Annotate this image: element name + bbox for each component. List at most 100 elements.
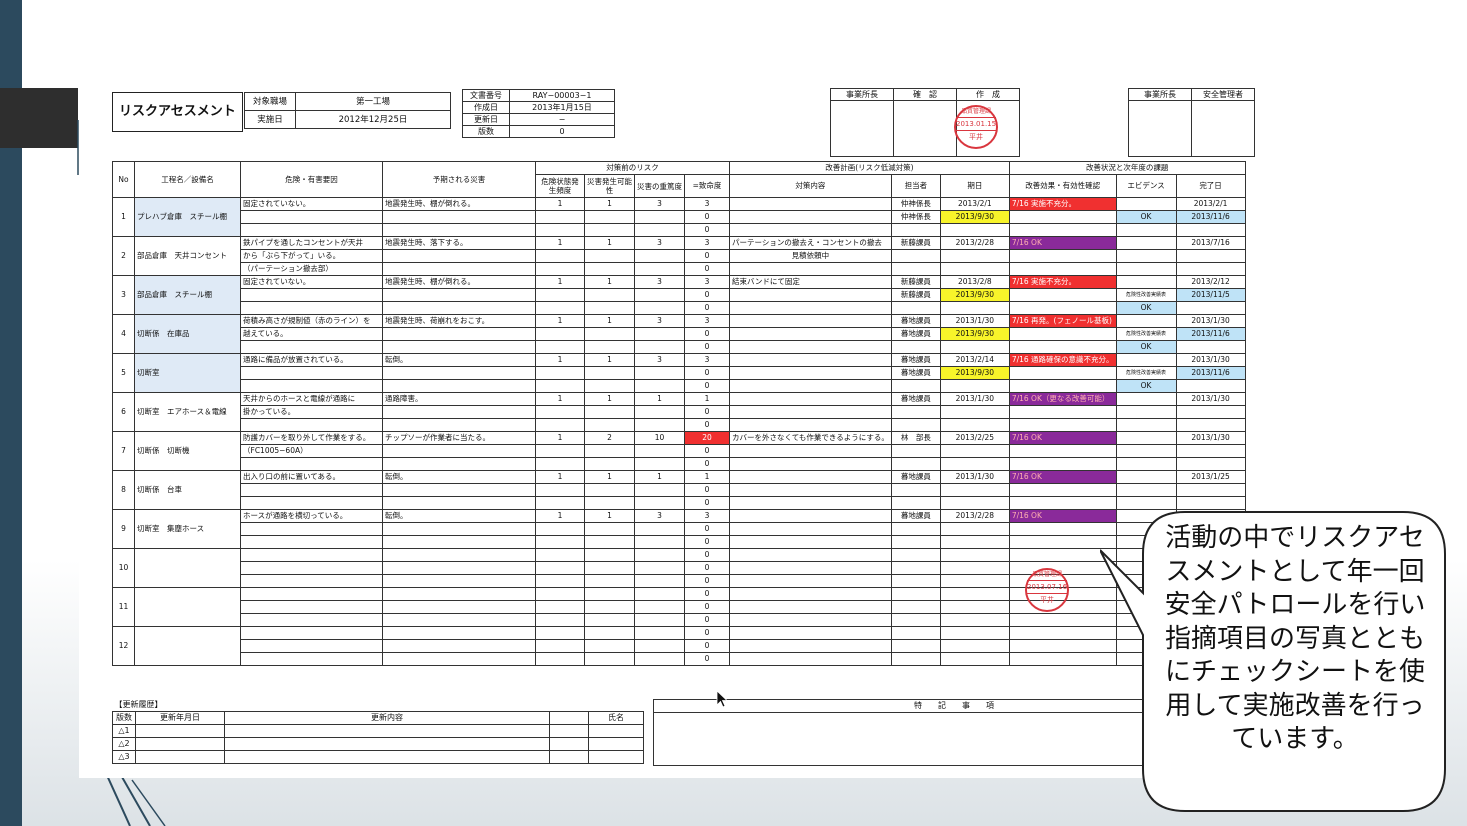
row-person: 暮地課員 xyxy=(890,509,941,523)
row-disaster: 地震発生時、荷崩れをおこす。 xyxy=(382,314,536,328)
row-effect xyxy=(1008,379,1117,393)
table-row: 12 0 xyxy=(112,626,1246,666)
approval-stamp: 品質管理課 2013.01.15 平井 xyxy=(954,105,998,149)
row-risk: 0 xyxy=(684,301,730,315)
row-disaster xyxy=(382,574,536,588)
row-probability xyxy=(584,301,635,315)
table-row: 0 xyxy=(113,639,1246,653)
row-person: 暮地課員 xyxy=(890,327,941,341)
row-severity xyxy=(634,210,685,224)
row-disaster xyxy=(382,210,536,224)
table-row: （FC1005−60A） 0 xyxy=(113,444,1246,458)
row-process: プレハブ倉庫 スチール棚 xyxy=(134,197,241,237)
row-person xyxy=(890,548,941,562)
row-no: 10 xyxy=(112,548,135,588)
row-frequency xyxy=(535,548,585,562)
row-done: 2013/2/12 xyxy=(1175,275,1246,289)
row-disaster xyxy=(382,548,536,562)
row-frequency xyxy=(535,288,585,302)
row-done: 2013/1/30 xyxy=(1175,353,1246,367)
row-probability xyxy=(584,496,635,510)
row-no: 7 xyxy=(112,431,135,471)
row-no: 6 xyxy=(112,392,135,432)
row-risk: 3 xyxy=(684,197,730,211)
row-risk: 0 xyxy=(684,548,730,562)
row-effect xyxy=(1008,483,1117,497)
row-evidence xyxy=(1115,483,1177,497)
row-due xyxy=(939,522,1010,536)
row-probability xyxy=(584,444,635,458)
group-status: 改善状況と次年度の課題 xyxy=(1008,161,1246,175)
row-person xyxy=(890,587,941,601)
row-person xyxy=(890,418,941,432)
row-due xyxy=(939,457,1010,471)
row-risk: 1 xyxy=(684,470,730,484)
row-due xyxy=(939,379,1010,393)
updated-label: 更新日 xyxy=(462,113,510,126)
row-person xyxy=(890,496,941,510)
row-person xyxy=(890,600,941,614)
row-evidence xyxy=(1115,314,1177,328)
row-probability xyxy=(584,418,635,432)
row-effect xyxy=(1008,418,1117,432)
row-hazard: 掛かっている。 xyxy=(240,405,383,419)
row-measure: パーテーションの撤去え・コンセントの撤去 xyxy=(729,236,892,250)
row-disaster xyxy=(382,483,536,497)
row-due xyxy=(939,444,1010,458)
version-label: 版数 xyxy=(462,125,510,138)
row-disaster: 地震発生時、落下する。 xyxy=(382,236,536,250)
row-probability xyxy=(584,561,635,575)
row-due xyxy=(939,405,1010,419)
history-col-content: 更新内容 xyxy=(224,711,550,725)
row-due: 2013/2/28 xyxy=(939,236,1010,250)
row-due xyxy=(939,223,1010,237)
table-row: 9 切断室 集塵ホース ホースが通路を横切っている。 転倒。 1 1 3 3 暮地課員 2013/… xyxy=(112,509,1246,549)
row-measure xyxy=(729,535,892,549)
row-risk: 0 xyxy=(684,613,730,627)
row-risk: 20 xyxy=(684,431,730,445)
update-history: 【更新履歴】 版数 更新年月日 更新内容 氏名 △1 △2 △3 xyxy=(112,699,644,764)
row-due xyxy=(939,561,1010,575)
row-measure xyxy=(729,626,892,640)
row-evidence: OK xyxy=(1115,301,1177,315)
row-due xyxy=(939,418,1010,432)
title-box: リスクアセスメント xyxy=(112,92,243,132)
row-severity xyxy=(634,600,685,614)
row-probability xyxy=(584,249,635,263)
row-probability xyxy=(584,548,635,562)
row-process: 部品倉庫 スチール棚 xyxy=(134,275,241,315)
row-hazard: 越えている。 xyxy=(240,327,383,341)
row-frequency xyxy=(535,262,585,276)
row-effect: 7/16 実施不充分。 xyxy=(1008,197,1117,211)
row-measure xyxy=(729,587,892,601)
row-effect: 7/16 OK（更なる改善可能） xyxy=(1008,392,1117,406)
row-done: 2013/11/6 xyxy=(1175,327,1246,341)
row-hazard xyxy=(240,418,383,432)
col-probability: 災害発生可能性 xyxy=(584,174,635,198)
row-due: 2013/2/1 xyxy=(939,197,1010,211)
row-probability: 1 xyxy=(584,236,635,250)
row-probability: 1 xyxy=(584,470,635,484)
row-risk: 0 xyxy=(684,522,730,536)
row-risk: 0 xyxy=(684,340,730,354)
row-hazard: 固定されていない。 xyxy=(240,197,383,211)
row-person xyxy=(890,249,941,263)
row-disaster: チップソーが作業者に当たる。 xyxy=(382,431,536,445)
row-process: 切断室 xyxy=(134,353,241,393)
row-person xyxy=(890,561,941,575)
row-risk: 0 xyxy=(684,366,730,380)
row-frequency xyxy=(535,613,585,627)
row-severity: 1 xyxy=(634,470,685,484)
table-row: 0 xyxy=(113,457,1246,471)
row-disaster xyxy=(382,535,536,549)
row-disaster xyxy=(382,600,536,614)
row-due: 2013/9/30 xyxy=(939,210,1010,224)
version-value: 0 xyxy=(509,125,615,138)
row-disaster xyxy=(382,340,536,354)
row-process: 切断室 エアホース＆電線 xyxy=(134,392,241,432)
row-severity xyxy=(634,249,685,263)
row-no: 1 xyxy=(112,197,135,237)
row-process: 切断室 集塵ホース xyxy=(134,509,241,549)
row-measure xyxy=(729,379,892,393)
row-severity xyxy=(634,405,685,419)
